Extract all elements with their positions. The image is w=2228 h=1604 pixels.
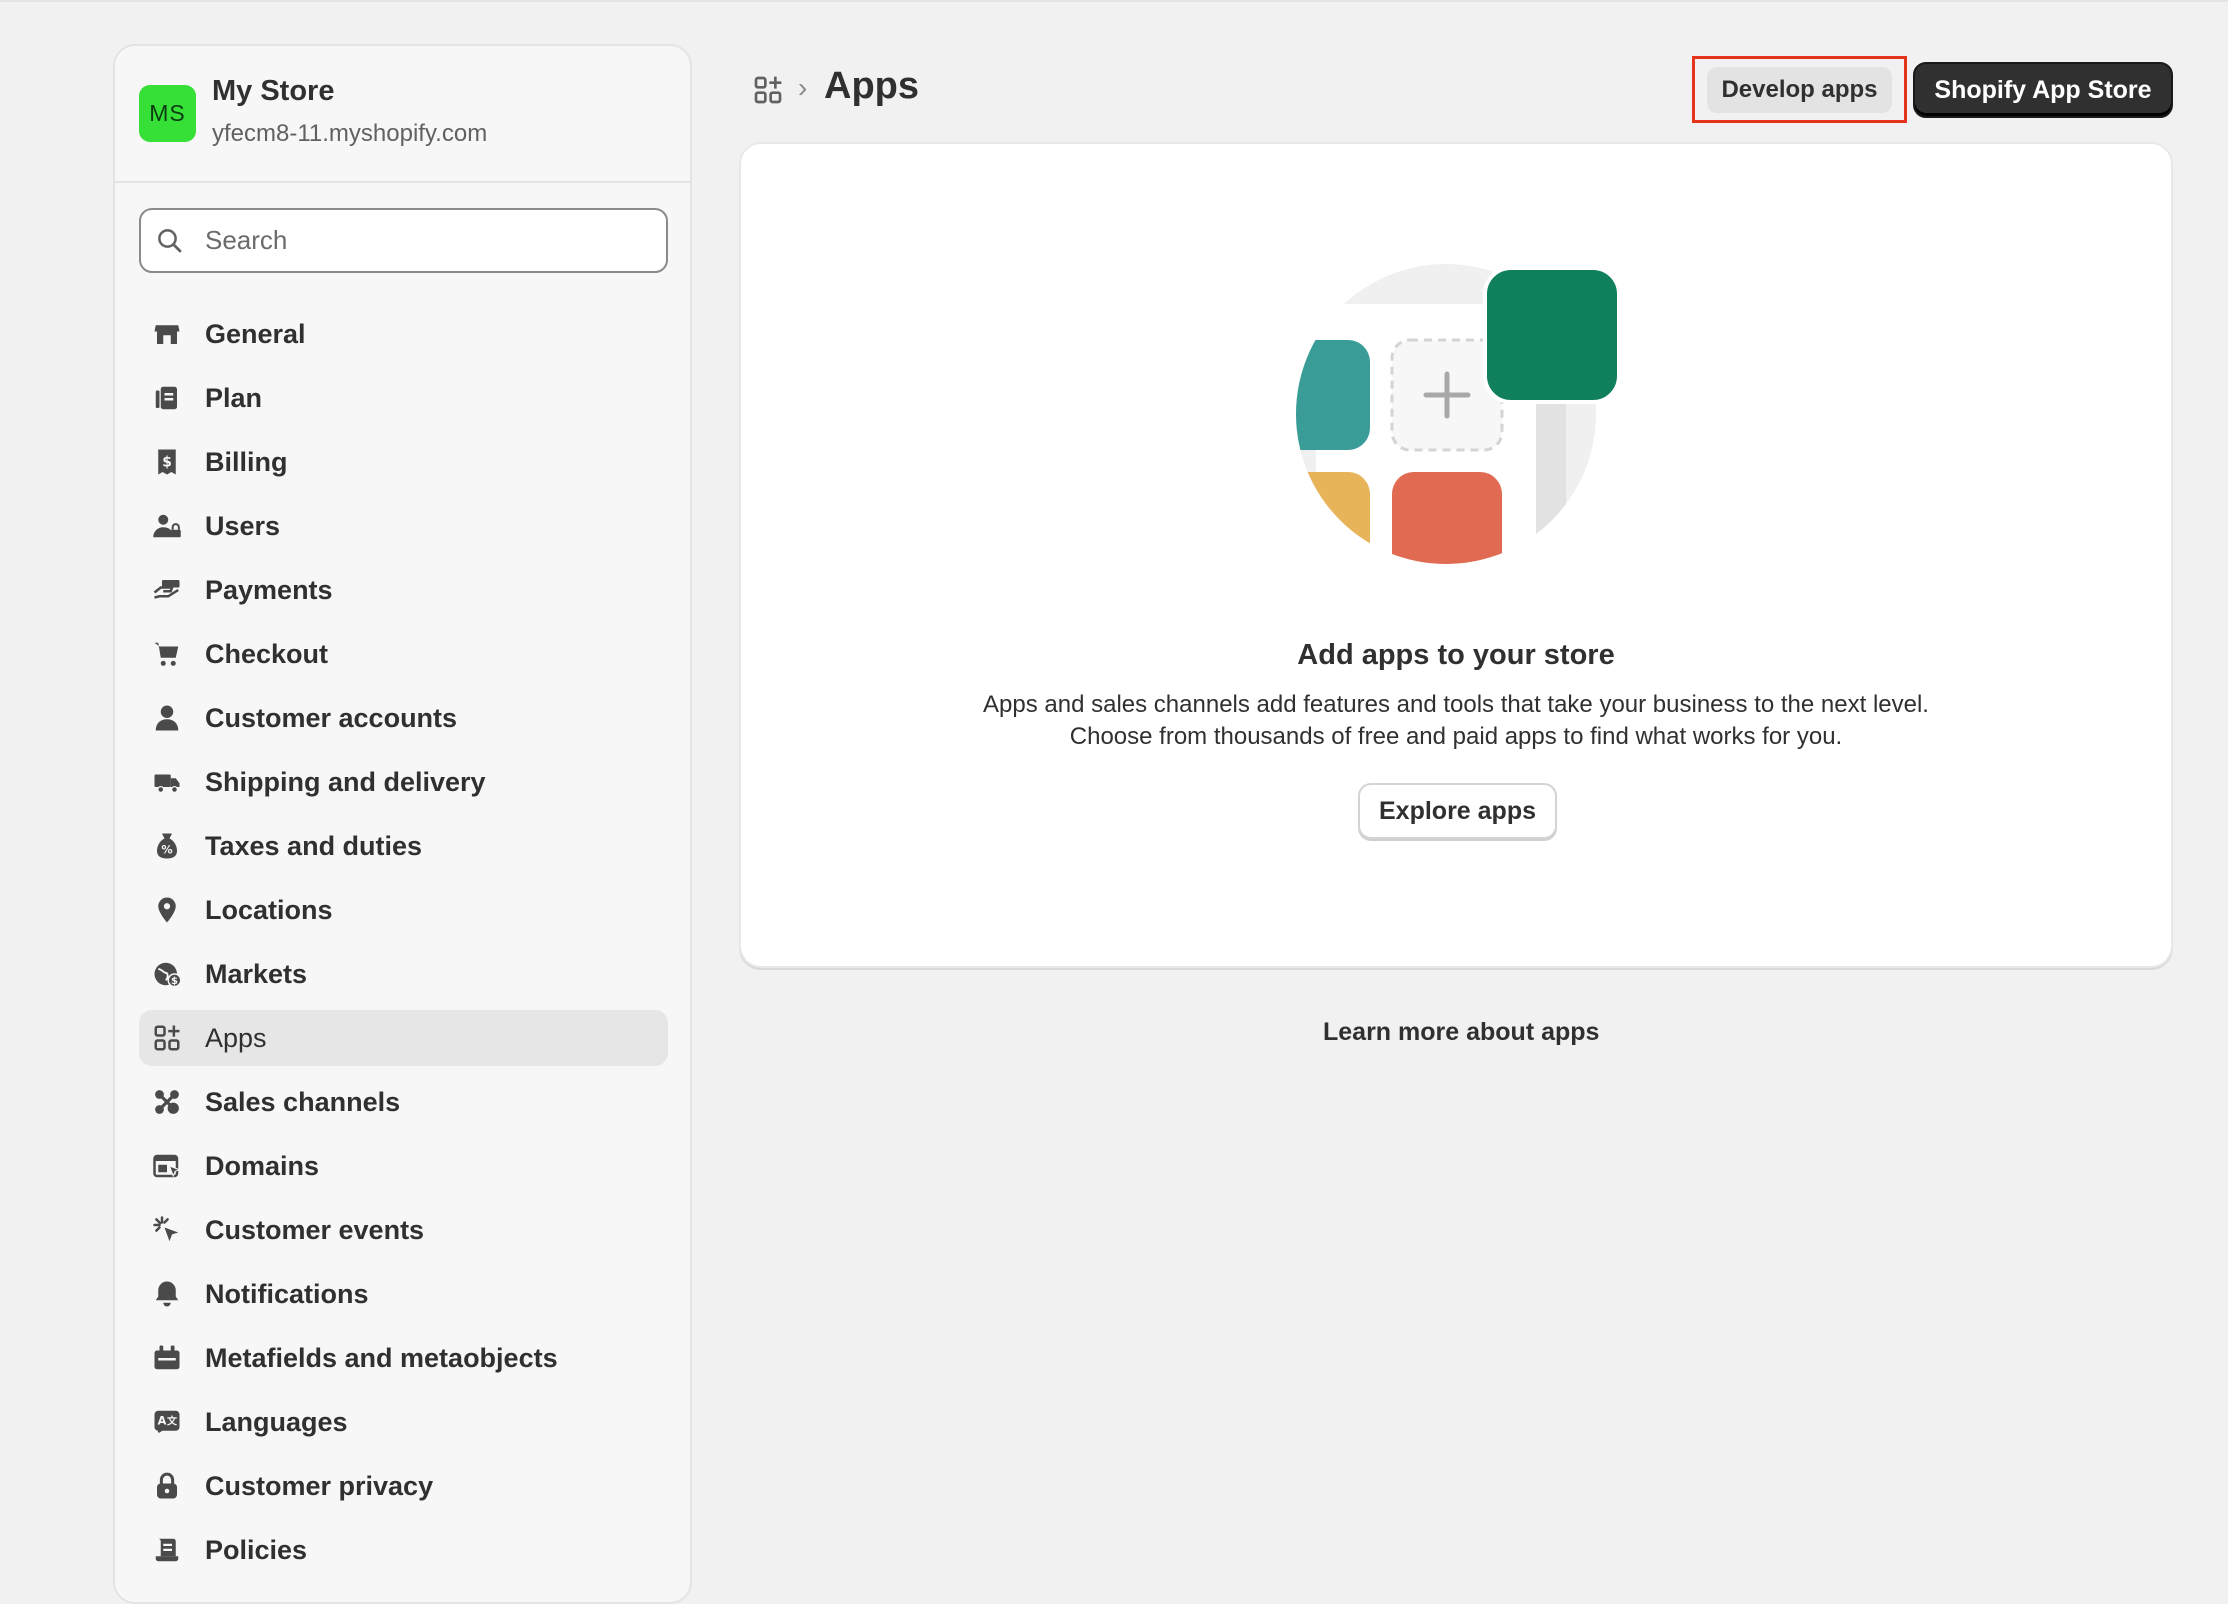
shopify-app-store-button[interactable]: Shopify App Store bbox=[1913, 62, 2173, 118]
person-icon bbox=[151, 702, 183, 734]
svg-text:$: $ bbox=[162, 454, 172, 470]
users-icon bbox=[151, 510, 183, 542]
sidebar-item-taxes[interactable]: % Taxes and duties bbox=[139, 818, 668, 874]
sidebar-item-payments[interactable]: Payments bbox=[139, 562, 668, 618]
sidebar-item-label: Notifications bbox=[205, 1278, 369, 1309]
search-input[interactable] bbox=[205, 225, 655, 256]
globe-icon: $ bbox=[151, 958, 183, 990]
sidebar-item-checkout[interactable]: Checkout bbox=[139, 626, 668, 682]
sidebar-item-sales-channels[interactable]: Sales channels bbox=[139, 1074, 668, 1130]
empty-state-card: Add apps to your store Apps and sales ch… bbox=[739, 142, 2173, 968]
top-divider bbox=[0, 0, 2228, 2]
sidebar-item-metafields[interactable]: Metafields and metaobjects bbox=[139, 1330, 668, 1386]
sidebar-item-apps[interactable]: Apps bbox=[139, 1010, 668, 1066]
store-icon bbox=[151, 318, 183, 350]
sidebar-item-languages[interactable]: A文 Languages bbox=[139, 1394, 668, 1450]
sidebar-item-label: Users bbox=[205, 510, 281, 541]
explore-apps-button[interactable]: Explore apps bbox=[1358, 783, 1557, 839]
sidebar-item-label: Customer accounts bbox=[205, 702, 458, 733]
billing-icon: $ bbox=[151, 446, 183, 478]
policies-icon bbox=[151, 1534, 183, 1566]
sidebar-item-plan[interactable]: Plan bbox=[139, 370, 668, 426]
sidebar-item-label: Customer events bbox=[205, 1214, 425, 1245]
learn-more-link[interactable]: Learn more about apps bbox=[1323, 1018, 1599, 1047]
sidebar-item-label: Sales channels bbox=[205, 1086, 401, 1117]
sidebar-item-customer-accounts[interactable]: Customer accounts bbox=[139, 690, 668, 746]
plan-icon bbox=[151, 382, 183, 414]
store-url: yfecm8-11.myshopify.com bbox=[212, 120, 488, 147]
payments-icon bbox=[151, 574, 183, 606]
tax-icon: % bbox=[151, 830, 183, 862]
sidebar-item-label: Apps bbox=[205, 1022, 267, 1053]
settings-nav: General Plan $ Billing Users Payments Ch… bbox=[139, 306, 668, 1586]
store-header[interactable]: MS My Store yfecm8-11.myshopify.com bbox=[115, 46, 690, 183]
sidebar-item-locations[interactable]: Locations bbox=[139, 882, 668, 938]
svg-text:文: 文 bbox=[167, 1415, 178, 1428]
sidebar-item-label: Checkout bbox=[205, 638, 329, 669]
sidebar-item-general[interactable]: General bbox=[139, 306, 668, 362]
breadcrumb-chevron-icon: › bbox=[798, 72, 808, 103]
sidebar-item-label: Markets bbox=[205, 958, 308, 989]
apps-icon[interactable] bbox=[752, 74, 784, 106]
sidebar-item-customer-events[interactable]: Customer events bbox=[139, 1202, 668, 1258]
svg-text:%: % bbox=[161, 844, 172, 857]
channels-icon bbox=[151, 1086, 183, 1118]
card-title: Add apps to your store bbox=[1297, 639, 1615, 671]
bell-icon bbox=[151, 1278, 183, 1310]
sidebar-item-users[interactable]: Users bbox=[139, 498, 668, 554]
sidebar-item-label: Shipping and delivery bbox=[205, 766, 486, 797]
card-description: Apps and sales channels add features and… bbox=[741, 689, 2171, 753]
apps-illustration bbox=[1296, 264, 1621, 564]
page-title: Apps bbox=[824, 65, 919, 107]
sidebar-item-customer-privacy[interactable]: Customer privacy bbox=[139, 1458, 668, 1514]
sidebar-item-label: Taxes and duties bbox=[205, 830, 423, 861]
cart-icon bbox=[151, 638, 183, 670]
sidebar-item-domains[interactable]: Domains bbox=[139, 1138, 668, 1194]
lock-icon bbox=[151, 1470, 183, 1502]
sidebar-item-label: General bbox=[205, 318, 306, 349]
sidebar-item-markets[interactable]: $ Markets bbox=[139, 946, 668, 1002]
language-icon: A文 bbox=[151, 1406, 183, 1438]
svg-text:A: A bbox=[158, 1415, 167, 1428]
svg-text:$: $ bbox=[171, 976, 178, 987]
sidebar-item-notifications[interactable]: Notifications bbox=[139, 1266, 668, 1322]
store-name: My Store bbox=[212, 75, 335, 107]
card-description-line: Choose from thousands of free and paid a… bbox=[1069, 723, 1843, 750]
search-box[interactable] bbox=[139, 208, 668, 273]
sidebar-item-label: Policies bbox=[205, 1534, 308, 1565]
settings-sidebar: MS My Store yfecm8-11.myshopify.com Gene… bbox=[113, 44, 692, 1604]
sidebar-item-billing[interactable]: $ Billing bbox=[139, 434, 668, 490]
sidebar-item-policies[interactable]: Policies bbox=[139, 1522, 668, 1578]
location-pin-icon bbox=[151, 894, 183, 926]
cursor-click-icon bbox=[151, 1214, 183, 1246]
sidebar-item-label: Payments bbox=[205, 574, 333, 605]
apps-icon bbox=[151, 1022, 183, 1054]
card-description-line: Apps and sales channels add features and… bbox=[983, 691, 1929, 718]
sidebar-item-label: Plan bbox=[205, 382, 263, 413]
domains-icon bbox=[151, 1150, 183, 1182]
develop-apps-button[interactable]: Develop apps bbox=[1692, 56, 1907, 123]
sidebar-item-label: Locations bbox=[205, 894, 333, 925]
develop-apps-label: Develop apps bbox=[1707, 66, 1892, 113]
metafields-icon bbox=[151, 1342, 183, 1374]
sidebar-item-label: Customer privacy bbox=[205, 1470, 434, 1501]
sidebar-item-shipping[interactable]: Shipping and delivery bbox=[139, 754, 668, 810]
store-avatar: MS bbox=[139, 85, 196, 142]
sidebar-item-label: Metafields and metaobjects bbox=[205, 1342, 558, 1373]
sidebar-item-label: Languages bbox=[205, 1406, 348, 1437]
search-icon bbox=[158, 228, 182, 252]
truck-icon bbox=[151, 766, 183, 798]
sidebar-item-label: Billing bbox=[205, 446, 288, 477]
sidebar-item-label: Domains bbox=[205, 1150, 320, 1181]
